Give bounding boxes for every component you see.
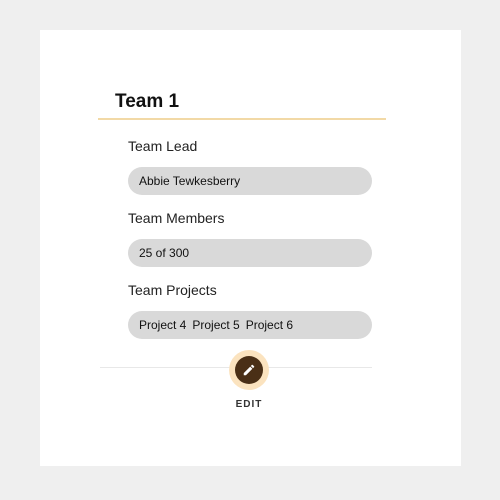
pencil-icon: [243, 364, 255, 376]
team-projects-label: Team Projects: [128, 282, 217, 298]
edit-button-inner[interactable]: [235, 356, 263, 384]
edit-button[interactable]: [229, 350, 269, 390]
project-item: Project 5: [192, 318, 240, 332]
team-card: Team 1 Team Lead Abbie Tewkesberry Team …: [40, 30, 461, 466]
edit-label[interactable]: EDIT: [229, 399, 269, 410]
title-divider: [98, 118, 386, 120]
project-item: Project 4: [139, 318, 187, 332]
team-title: Team 1: [115, 91, 180, 112]
team-lead-value: Abbie Tewkesberry: [128, 167, 372, 195]
team-lead-label: Team Lead: [128, 138, 198, 154]
team-projects-list: Project 4 Project 5 Project 6: [128, 311, 372, 339]
team-members-value: 25 of 300: [128, 239, 372, 267]
project-item: Project 6: [245, 318, 294, 332]
team-members-label: Team Members: [128, 210, 225, 226]
